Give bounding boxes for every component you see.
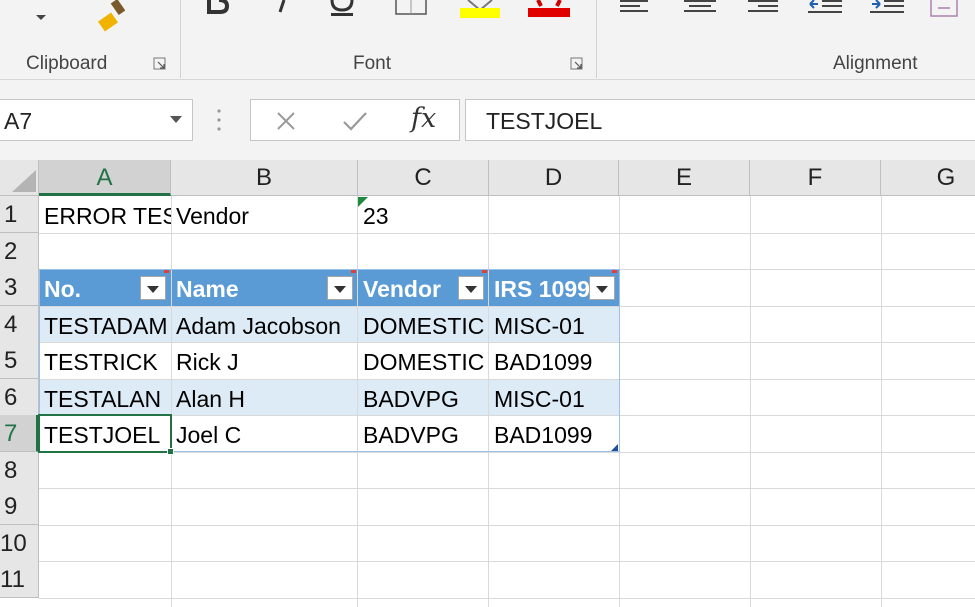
table-cell[interactable]: MISC-01 [489, 380, 619, 416]
row-header-9[interactable]: 9 [0, 488, 39, 525]
filter-dropdown-button[interactable] [589, 276, 615, 300]
gridline [39, 561, 975, 562]
group-separator [180, 0, 181, 78]
name-box-dropdown-icon[interactable] [170, 116, 182, 123]
paste-dropdown-icon[interactable] [36, 15, 46, 20]
formula-input[interactable]: TESTJOEL [465, 99, 975, 141]
table-cell[interactable]: BADVPG [358, 416, 489, 452]
table-cell[interactable]: Adam Jacobson [171, 307, 358, 343]
font-dialog-launcher-icon[interactable] [570, 57, 583, 70]
clipboard-dialog-launcher-icon[interactable] [153, 57, 166, 70]
col-header-c[interactable]: C [358, 160, 489, 196]
table-cell[interactable]: BAD1099 [489, 416, 619, 452]
table-cell[interactable]: BADVPG [358, 380, 489, 416]
table-cell[interactable]: Alan H [171, 380, 358, 416]
fill-handle[interactable] [167, 448, 174, 455]
format-painter-icon[interactable] [98, 0, 134, 32]
row-header-4[interactable]: 4 [0, 306, 39, 343]
table-header-no[interactable]: No. [39, 270, 141, 306]
row-header-1[interactable]: 1 [0, 196, 39, 233]
gridline [39, 598, 975, 599]
row-header-8[interactable]: 8 [0, 452, 39, 489]
filter-dropdown-button[interactable] [327, 276, 353, 300]
gridline [750, 196, 751, 607]
comment-indicator [612, 270, 617, 273]
gridline [39, 452, 975, 453]
font-group-label: Font [353, 53, 392, 74]
merge-center-icon[interactable] [930, 0, 960, 18]
underline-icon[interactable] [328, 0, 358, 18]
table-cell[interactable]: Joel C [171, 416, 358, 452]
cancel-entry-icon[interactable] [275, 110, 297, 132]
bold-icon[interactable] [205, 0, 233, 14]
col-header-b[interactable]: B [171, 160, 358, 196]
ribbon: Clipboard Font Alignment [0, 0, 975, 80]
row-header-3[interactable]: 3 [0, 269, 39, 306]
borders-icon[interactable] [394, 0, 428, 16]
clipboard-group-label: Clipboard [26, 53, 108, 74]
gridline [39, 233, 975, 234]
table-cell[interactable]: TESTALAN [39, 380, 171, 416]
table-header-name[interactable]: Name [171, 270, 326, 306]
insert-function-icon[interactable]: fx [411, 103, 436, 134]
italic-icon[interactable] [270, 0, 294, 14]
font-color-icon[interactable] [528, 0, 570, 18]
gridline [881, 196, 882, 607]
gridline [39, 488, 975, 489]
table-header-vendor[interactable]: Vendor [358, 270, 458, 306]
table-cell[interactable]: BAD1099 [489, 343, 619, 379]
fill-color-icon[interactable] [460, 0, 500, 18]
decrease-indent-icon[interactable] [808, 0, 844, 14]
col-header-a[interactable]: A [39, 160, 171, 196]
increase-indent-icon[interactable] [870, 0, 906, 14]
formula-bar-resize-handle-icon[interactable] [216, 108, 222, 132]
active-cell-border [38, 414, 172, 453]
comment-indicator [482, 270, 487, 273]
row-header-6[interactable]: 6 [0, 379, 39, 416]
col-header-f[interactable]: F [750, 160, 881, 196]
formula-input-value: TESTJOEL [486, 108, 603, 134]
comment-indicator [164, 270, 169, 273]
col-header-e[interactable]: E [619, 160, 750, 196]
alignment-group-label: Alignment [833, 53, 918, 74]
align-right-icon[interactable] [748, 0, 778, 12]
worksheet-grid: A B C D E F G 1 2 3 4 5 6 7 8 9 10 11 ER… [0, 160, 975, 607]
gridline [39, 525, 975, 526]
name-box[interactable]: A7 [0, 99, 193, 141]
table-cell[interactable]: TESTADAM [39, 307, 171, 343]
col-header-d[interactable]: D [489, 160, 619, 196]
table-cell[interactable]: DOMESTIC [358, 343, 489, 379]
align-left-icon[interactable] [620, 0, 650, 12]
formula-buttons: fx [250, 99, 460, 141]
confirm-entry-icon[interactable] [342, 110, 368, 132]
table-cell[interactable]: MISC-01 [489, 307, 619, 343]
select-all-corner[interactable] [0, 160, 39, 196]
filter-dropdown-button[interactable] [140, 276, 166, 300]
row-header-2[interactable]: 2 [0, 233, 39, 270]
select-all-triangle-icon [12, 170, 36, 192]
align-center-icon[interactable] [684, 0, 716, 12]
cell-c1[interactable]: 23 [358, 197, 489, 233]
table-cell[interactable]: DOMESTIC [358, 307, 489, 343]
group-separator [596, 0, 597, 78]
formula-bar-area: A7 fx TESTJOEL [0, 80, 975, 160]
comment-indicator [351, 270, 356, 273]
row-header-5[interactable]: 5 [0, 342, 39, 379]
cell-b1[interactable]: Vendor [171, 197, 358, 233]
row-header-11[interactable]: 11 [0, 561, 39, 598]
row-header-10[interactable]: 10 [0, 525, 39, 562]
table-cell[interactable]: Rick J [171, 343, 358, 379]
table-header-irs1099[interactable]: IRS 1099 [489, 270, 589, 306]
cell-a1[interactable]: ERROR TEST [39, 197, 171, 233]
filter-dropdown-button[interactable] [458, 276, 484, 300]
row-header-7[interactable]: 7 [0, 415, 39, 452]
table-resize-handle-icon[interactable] [611, 444, 618, 451]
table-cell[interactable]: TESTRICK [39, 343, 171, 379]
name-box-value: A7 [4, 108, 33, 134]
col-header-g[interactable]: G [881, 160, 975, 196]
